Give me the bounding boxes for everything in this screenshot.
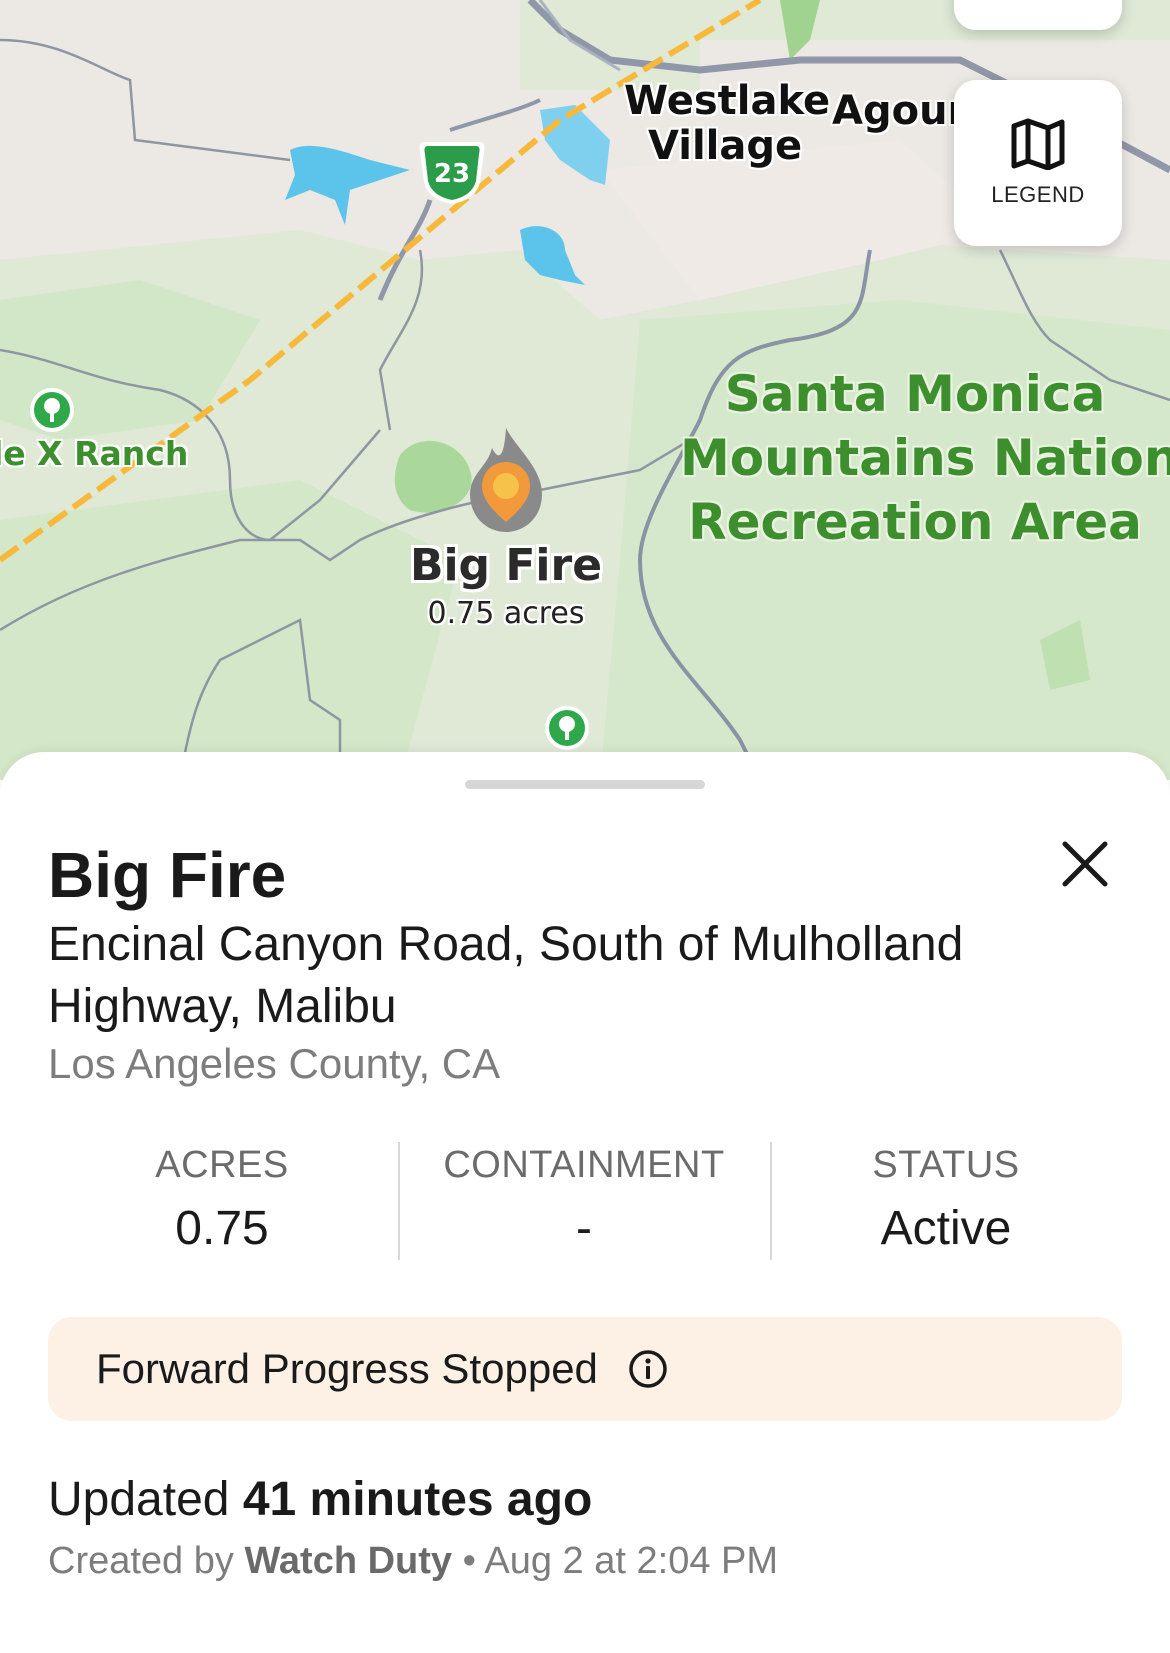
stat-label: ACRES [155,1144,289,1186]
fire-marker-label[interactable]: Big Fire [386,540,626,591]
updated-prefix: Updated [48,1473,230,1526]
created-by: Watch Duty [244,1540,453,1582]
stat-acres: ACRES 0.75 [42,1144,402,1256]
park-label-line2: Mountains National [680,429,1170,487]
created-info: Created by Watch Duty • Aug 2 at 2:04 PM [48,1540,778,1583]
city-label-village: Village [648,123,803,169]
park-label-line3: Recreation Area [688,493,1142,551]
fire-marker-acres: 0.75 acres [427,596,585,631]
stat-status: STATUS Active [766,1144,1126,1256]
shield-number: 23 [434,159,470,189]
city-label-westlake: Westlake [624,78,831,124]
created-separator: • [462,1540,476,1582]
map-control-button[interactable] [954,0,1122,30]
stat-value: - [576,1202,592,1255]
incident-sheet: Big Fire Encinal Canyon Road, South of M… [0,752,1170,1653]
fire-marker-icon[interactable] [470,428,542,532]
banner-text: Forward Progress Stopped [96,1345,598,1392]
map-view[interactable]: 23 Westlake Village Agoura le X Ranch Sa… [0,0,1170,780]
created-prefix: Created by [48,1540,234,1582]
legend-button[interactable]: LEGEND [954,80,1122,246]
boundary-line [378,249,424,431]
progress-banner[interactable]: Forward Progress Stopped [48,1317,1122,1421]
park-tree-icon [30,388,74,432]
incident-county: Los Angeles County, CA [48,1040,501,1087]
stat-value: Active [880,1202,1012,1255]
incident-title: Big Fire [48,839,287,911]
incident-address: Encinal Canyon Road, South of Mulholland… [48,918,964,1033]
updated-time: Updated 41 minutes ago [48,1472,592,1527]
updated-value: 41 minutes ago [242,1473,593,1526]
stat-containment: CONTAINMENT - [404,1144,764,1256]
place-label-ranch: le X Ranch [0,434,189,473]
legend-label: LEGEND [991,182,1085,207]
created-date: Aug 2 at 2:04 PM [484,1540,779,1582]
park-patch [394,440,472,513]
stat-divider [398,1142,400,1260]
info-icon[interactable] [628,1349,668,1389]
stat-label: CONTAINMENT [443,1144,725,1186]
stat-value: 0.75 [175,1202,269,1255]
park-label-line1: Santa Monica [724,365,1106,423]
close-icon[interactable] [1055,834,1115,894]
park-tree-icon [545,706,589,750]
stat-label: STATUS [872,1144,1020,1186]
drag-handle[interactable] [465,780,705,789]
map-icon [1011,118,1065,170]
